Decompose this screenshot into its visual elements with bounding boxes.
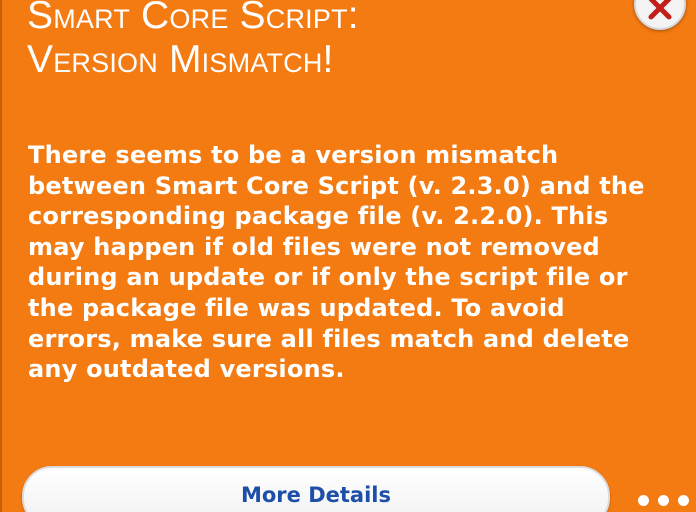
dot	[638, 495, 649, 506]
notification-panel: Smart Core Script: Version Mismatch! The…	[0, 0, 696, 512]
dot	[658, 495, 669, 506]
title-line-2: Version Mismatch!	[27, 38, 334, 81]
more-details-label: More Details	[240, 483, 391, 507]
title-line-1: Smart Core Script:	[27, 0, 359, 37]
notification-message: There seems to be a version mismatch bet…	[28, 141, 645, 384]
notification-title: Smart Core Script: Version Mismatch!	[27, 0, 587, 82]
dot	[678, 495, 689, 506]
more-details-button[interactable]: More Details	[22, 466, 610, 512]
close-icon	[648, 0, 672, 20]
close-button[interactable]	[634, 0, 686, 30]
more-options-icon[interactable]	[636, 488, 692, 512]
